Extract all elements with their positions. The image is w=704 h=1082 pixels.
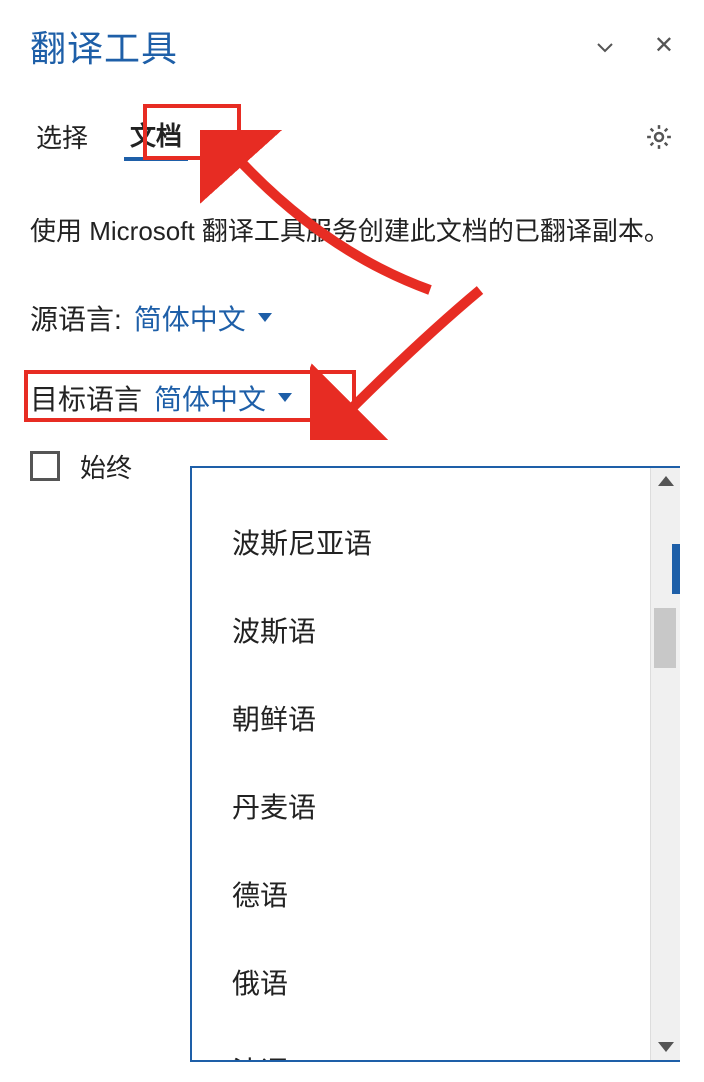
scroll-position-mark [672, 544, 680, 594]
target-language-row: 目标语言 简体中文 [30, 378, 674, 418]
dropdown-scrollbar[interactable] [650, 468, 680, 1060]
panel-header: 翻译工具 ✕ [30, 20, 674, 72]
gear-icon[interactable] [644, 122, 674, 152]
source-language-dropdown[interactable]: 简体中文 [134, 298, 272, 338]
collapse-icon[interactable] [596, 40, 614, 52]
scroll-up-icon[interactable] [658, 476, 674, 486]
tab-select[interactable]: 选择 [30, 114, 94, 159]
caret-down-icon [278, 393, 292, 402]
dropdown-item[interactable]: 法语 [222, 1026, 650, 1060]
dropdown-item[interactable]: 朝鲜语 [222, 674, 650, 762]
tab-row: 选择 文档 [30, 112, 674, 161]
description-text: 使用 Microsoft 翻译工具服务创建此文档的已翻译副本。 [30, 211, 674, 253]
dropdown-item[interactable]: 德语 [222, 850, 650, 938]
dropdown-item[interactable]: 丹麦语 [222, 762, 650, 850]
target-language-dropdown[interactable]: 简体中文 [154, 378, 292, 418]
source-language-value: 简体中文 [134, 298, 246, 338]
always-checkbox[interactable] [30, 451, 60, 481]
always-label: 始终 [80, 448, 132, 485]
header-controls: ✕ [596, 34, 674, 58]
source-label: 源语言: [30, 298, 122, 338]
target-label: 目标语言 [30, 378, 142, 418]
dropdown-item[interactable]: 俄语 [222, 938, 650, 1026]
target-language-value: 简体中文 [154, 378, 266, 418]
scroll-down-icon[interactable] [658, 1042, 674, 1052]
panel-title: 翻译工具 [30, 20, 178, 72]
dropdown-item[interactable]: 波斯尼亚语 [222, 498, 650, 586]
dropdown-items-container: 波斯尼亚语 波斯语 朝鲜语 丹麦语 德语 俄语 法语 [192, 468, 650, 1060]
scroll-thumb[interactable] [654, 608, 676, 668]
language-dropdown-list: 波斯尼亚语 波斯语 朝鲜语 丹麦语 德语 俄语 法语 [190, 466, 680, 1062]
close-icon[interactable]: ✕ [654, 34, 674, 58]
caret-down-icon [258, 313, 272, 322]
dropdown-item[interactable]: 波斯语 [222, 586, 650, 674]
tab-document[interactable]: 文档 [124, 112, 188, 161]
source-language-row: 源语言: 简体中文 [30, 298, 674, 338]
